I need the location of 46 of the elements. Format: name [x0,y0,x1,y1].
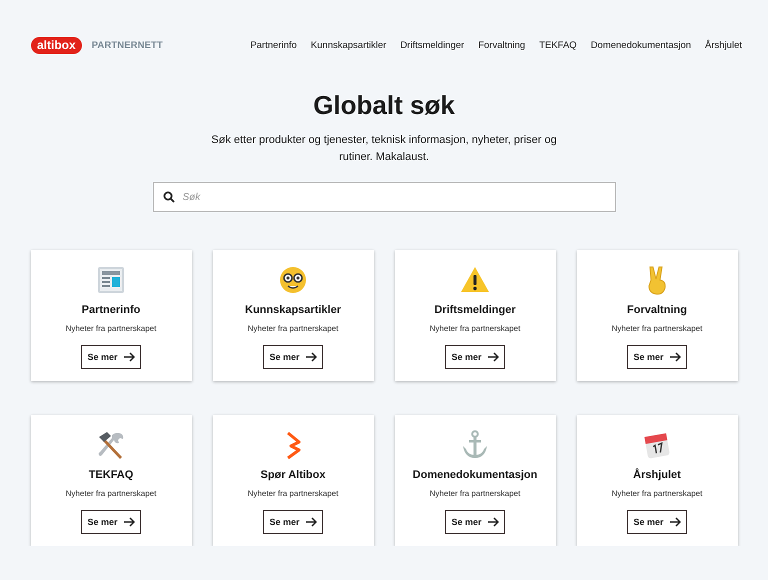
card-description: Nyheter fra partnerskapet [612,324,702,333]
card-title: Spør Altibox [260,469,326,481]
page-subtitle: Søk etter produkter og tjenester, teknisk informasjon, nyheter, priser og rutiner. Makalaust. [210,133,558,165]
nav-link[interactable]: Årshjulet [705,40,742,50]
arrow-icon [670,352,681,362]
card-title: Domenedokumentasjon [412,469,538,481]
card-description: Nyheter fra partnerskapet [66,324,156,333]
card-title: Driftsmeldinger [434,304,516,316]
card-description: Nyheter fra partnerskapet [430,489,520,498]
card-title: TEKFAQ [88,469,134,481]
page-title: Globalt søk [313,90,455,120]
nerd-face-icon [277,264,309,296]
arrow-icon [670,517,681,527]
card-description: Nyheter fra partnerskapet [612,489,702,498]
nav-link[interactable]: Kunnskapsartikler [310,40,386,50]
arrow-icon [124,517,135,527]
card-description: Nyheter fra partnerskapet [66,489,156,498]
newspaper-icon [95,264,127,296]
nav-link[interactable]: Domenedokumentasjon [590,40,692,50]
card-title: Forvaltning [627,304,687,316]
arrow-icon [488,517,499,527]
see-more-button[interactable]: Se mer [81,345,141,369]
see-more-button[interactable]: Se mer [445,345,505,369]
card-title: Årshjulet [633,469,681,481]
arrow-icon [306,352,317,362]
site-name: PARTNERNETT [92,40,163,50]
see-more-button[interactable]: Se mer [263,510,323,534]
card-description: Nyheter fra partnerskapet [430,324,520,333]
nav-link[interactable]: Driftsmeldinger [400,40,464,50]
card-description: Nyheter fra partnerskapet [248,489,338,498]
arrow-icon [306,517,317,527]
see-more-button[interactable]: Se mer [81,510,141,534]
nav-link[interactable]: TEKFAQ [539,40,577,50]
see-more-button[interactable]: Se mer [445,510,505,534]
arrow-icon [488,352,499,362]
nav-link[interactable]: Forvaltning [478,40,526,50]
nav-link[interactable]: Partnerinfo [250,40,297,50]
search-field[interactable]: Søk [152,182,616,212]
see-more-button[interactable]: Se mer [263,345,323,369]
card-description: Nyheter fra partnerskapet [248,324,338,333]
altibox-logo[interactable]: altibox [31,36,82,54]
card-title: Kunnskapsartikler [245,304,341,316]
arrow-icon [124,352,135,362]
see-more-button[interactable]: Se mer [627,345,687,369]
card-title: Partnerinfo [82,304,140,316]
see-more-button[interactable]: Se mer [627,510,687,534]
